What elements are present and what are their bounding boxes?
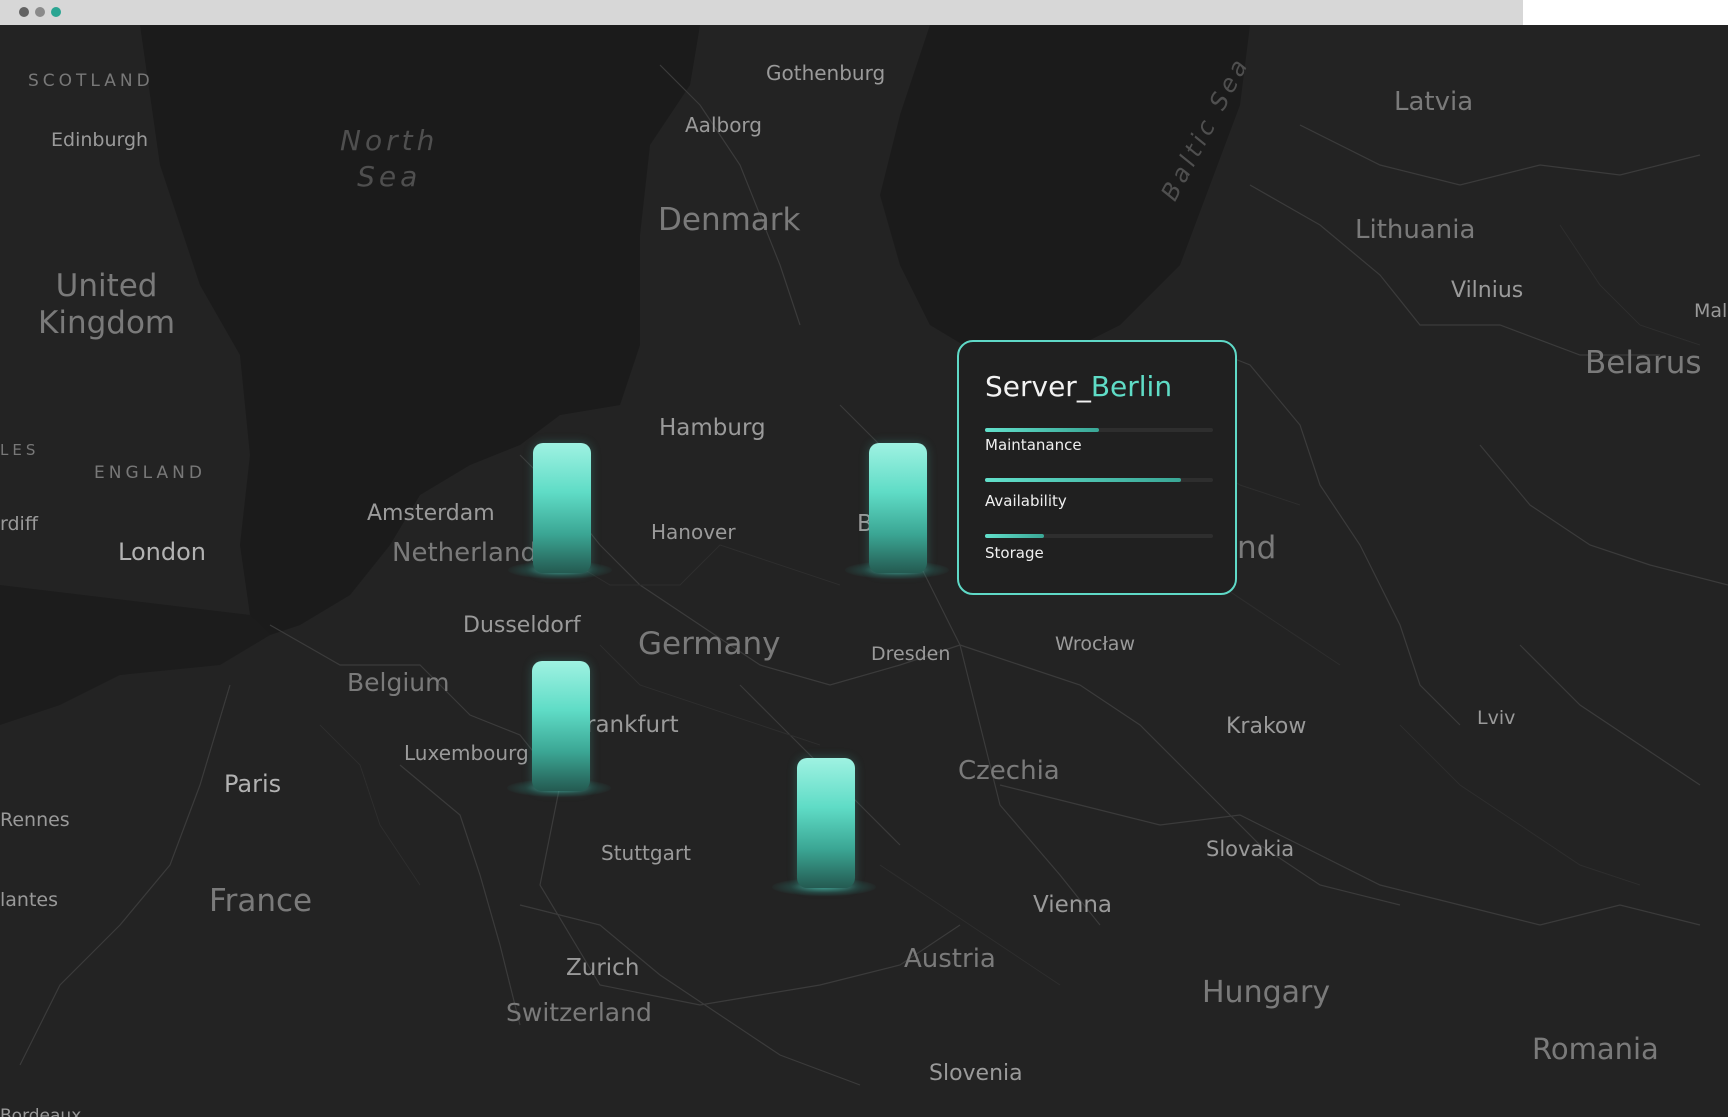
- label-paris: Paris: [224, 770, 282, 798]
- label-bordeaux: Bordeaux: [0, 1106, 82, 1117]
- window-minimize-dot[interactable]: [35, 7, 45, 17]
- label-stuttgart: Stuttgart: [601, 841, 691, 865]
- label-north-sea-line2: Sea: [357, 160, 422, 194]
- label-north-sea-line1: North: [340, 124, 439, 157]
- map-view[interactable]: SCOTLAND Edinburgh North Sea United King…: [0, 25, 1728, 1117]
- availability-bar-fill: [985, 478, 1182, 482]
- availability-bar: [985, 478, 1213, 482]
- server-title-name: Berlin: [1090, 370, 1173, 403]
- label-krakow: Krakow: [1226, 714, 1307, 739]
- label-nantes: lantes: [0, 889, 59, 911]
- label-belgium: Belgium: [347, 668, 450, 697]
- server-panel-title: Server_Berlin: [985, 370, 1172, 403]
- label-zurich: Zurich: [566, 955, 640, 981]
- label-gothenburg: Gothenburg: [766, 61, 886, 85]
- label-czechia: Czechia: [958, 756, 1060, 786]
- label-amsterdam: Amsterdam: [367, 501, 495, 526]
- label-slovenia: Slovenia: [929, 1061, 1023, 1086]
- label-luxembourg: Luxembourg: [404, 741, 529, 765]
- label-vienna: Vienna: [1033, 892, 1113, 918]
- availability-label: Availability: [985, 492, 1067, 510]
- label-germany: Germany: [638, 626, 781, 662]
- label-austria: Austria: [904, 944, 996, 974]
- server-marker-berlin[interactable]: [869, 443, 927, 573]
- label-united-kingdom: United Kingdom: [38, 268, 175, 342]
- label-slovakia: Slovakia: [1206, 837, 1295, 861]
- storage-bar-fill: [985, 534, 1045, 538]
- label-cardiff: rdiff: [0, 513, 38, 535]
- label-rennes: Rennes: [0, 809, 70, 831]
- label-mal-edge: Mal: [1694, 300, 1728, 322]
- label-hungary: Hungary: [1202, 975, 1331, 1010]
- maintenance-bar: [985, 428, 1213, 432]
- label-belarus: Belarus: [1585, 345, 1702, 381]
- label-wroclaw: Wrocław: [1055, 633, 1135, 655]
- storage-bar: [985, 534, 1213, 538]
- label-vilnius: Vilnius: [1451, 278, 1524, 303]
- maintenance-bar-fill: [985, 428, 1099, 432]
- label-edinburgh: Edinburgh: [51, 129, 149, 151]
- label-united-kingdom-line1: United: [55, 268, 158, 304]
- server-marker-frankfurt[interactable]: [532, 661, 590, 791]
- label-wales: LES: [0, 441, 40, 459]
- label-dresden: Dresden: [871, 643, 951, 665]
- label-latvia: Latvia: [1394, 87, 1474, 117]
- label-london: London: [118, 538, 206, 566]
- label-poland-partial: nd: [1237, 530, 1277, 566]
- label-united-kingdom-line2: Kingdom: [38, 305, 176, 342]
- window-maximize-dot[interactable]: [51, 7, 61, 17]
- server-title-prefix: Server_: [985, 370, 1091, 403]
- label-switzerland: Switzerland: [506, 998, 652, 1027]
- window-titlebar: [0, 0, 1523, 25]
- storage-label: Storage: [985, 544, 1044, 562]
- label-romania: Romania: [1532, 1032, 1659, 1066]
- window-close-dot[interactable]: [19, 7, 29, 17]
- label-hanover: Hanover: [651, 520, 736, 544]
- label-frankfurt: rankfurt: [586, 712, 679, 738]
- label-aalborg: Aalborg: [685, 113, 762, 137]
- server-marker-amsterdam[interactable]: [533, 443, 591, 573]
- label-dusseldorf: Dusseldorf: [463, 613, 581, 638]
- maintenance-label: Maintanance: [985, 436, 1082, 454]
- server-marker-munich[interactable]: [797, 758, 855, 888]
- label-lithuania: Lithuania: [1355, 215, 1476, 245]
- label-england: ENGLAND: [94, 463, 206, 483]
- label-lviv: Lviv: [1477, 707, 1516, 729]
- label-north-sea: North Sea: [340, 123, 438, 196]
- label-denmark: Denmark: [658, 202, 801, 238]
- label-hamburg: Hamburg: [659, 415, 766, 441]
- server-info-panel: Server_Berlin Maintanance Availability S…: [957, 340, 1237, 595]
- label-france: France: [209, 883, 313, 919]
- label-scotland: SCOTLAND: [28, 71, 154, 91]
